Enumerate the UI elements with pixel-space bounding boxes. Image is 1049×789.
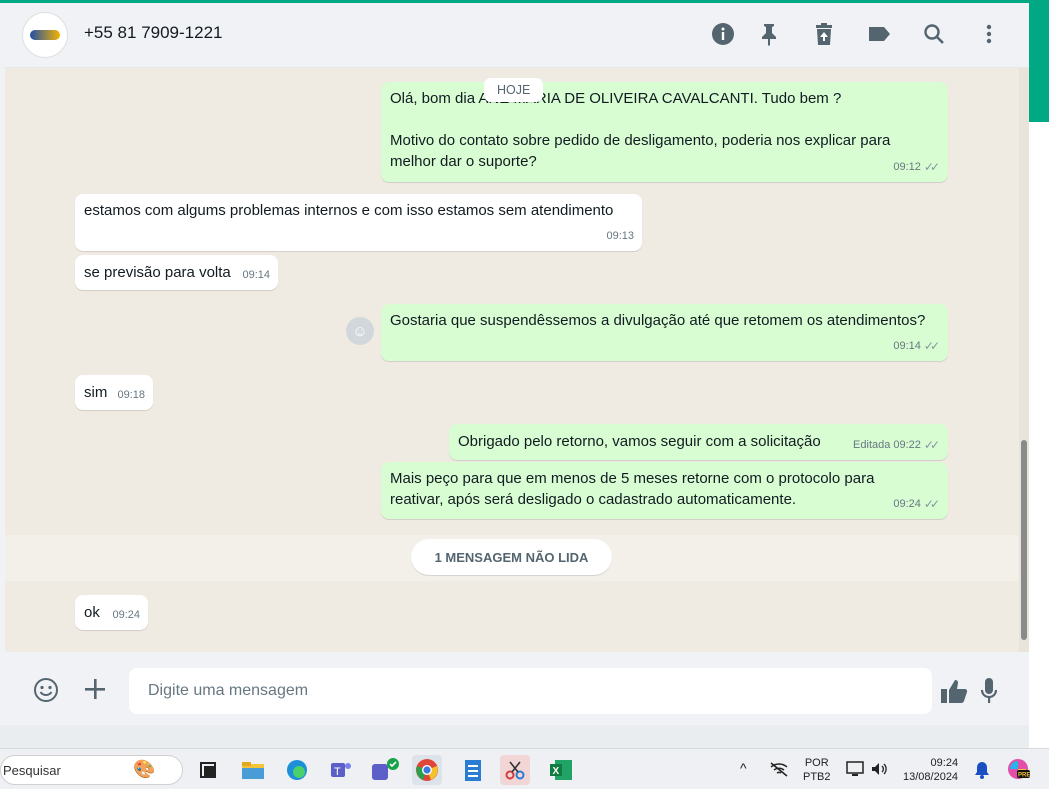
file-explorer-icon[interactable] [238,755,268,785]
clock-time: 09:24 [930,757,959,769]
taskbar-search-label: Pesquisar [3,762,61,778]
message-text: Gostaria que suspendêssemos a divulgação… [390,312,926,329]
language-code: POR [804,757,829,769]
microphone-icon[interactable] [977,676,1001,706]
date-divider: HOJE [484,78,544,102]
message-time: 09:18 [117,389,145,401]
excel-icon[interactable]: X [546,755,576,785]
message-incoming[interactable]: se previsão para volta 09:14 [75,255,278,290]
plus-icon[interactable] [82,676,108,702]
info-icon[interactable] [710,21,736,47]
message-time: 09:12 [893,161,921,173]
message-text: melhor dar o suporte? [390,153,537,170]
delete-icon[interactable] [811,21,837,47]
chat-panel[interactable]: Olá, bom dia ANE MARIA DE OLIVEIRA CAVAL… [5,68,1019,652]
copilot-icon[interactable]: PRE [1006,757,1030,785]
avatar[interactable] [22,12,68,58]
message-text: Mais peço para que em menos de 5 meses r… [390,470,875,487]
message-incoming[interactable]: sim 09:18 [75,375,153,410]
notepad-icon[interactable] [458,755,488,785]
double-check-icon: ✓✓ [923,160,940,174]
task-view-icon[interactable] [193,755,223,785]
clock-date: 13/08/2024 [903,771,959,783]
double-check-icon: ✓✓ [923,339,940,353]
taskbar-search[interactable]: Pesquisar 🎨 [0,755,183,785]
message-time: 09:13 [606,230,634,242]
edited-label: Editada [853,439,891,451]
notification-bell-icon[interactable] [974,761,990,783]
double-check-icon: ✓✓ [923,438,940,452]
message-outgoing[interactable]: Obrigado pelo retorno, vamos seguir com … [449,424,948,460]
teams-icon[interactable]: T [326,755,356,785]
message-text: Motivo do contato sobre pedido de deslig… [390,132,891,149]
unread-messages-badge: 1 MENSAGEM NÃO LIDA [411,539,612,575]
message-incoming[interactable]: estamos com algums problemas internos e … [75,194,642,251]
svg-text:T: T [334,766,341,778]
right-edge-panel [1029,0,1049,748]
message-text: Obrigado pelo retorno, vamos seguir com … [458,433,821,450]
more-vert-icon[interactable] [976,21,1002,47]
message-outgoing[interactable]: Gostaria que suspendêssemos a divulgação… [381,304,948,361]
label-icon[interactable] [866,21,892,47]
avatar-logo [30,30,60,40]
svg-text:PRE: PRE [1018,773,1030,779]
chat-scrollbar[interactable] [1019,68,1029,652]
message-text: sim [84,384,108,401]
message-time: 09:24 [893,498,921,510]
contact-name[interactable]: +55 81 7909-1221 [84,23,223,43]
svg-text:X: X [553,766,560,777]
edge-icon[interactable] [282,755,312,785]
keyboard-layout: PTB2 [803,771,831,783]
show-hidden-icons-chevron-icon[interactable]: ^ [740,761,747,775]
chrome-icon[interactable] [412,755,442,785]
clock[interactable]: 09:24 13/08/2024 [903,756,958,784]
message-outgoing[interactable]: Olá, bom dia ANE MARIA DE OLIVEIRA CAVAL… [381,82,948,182]
message-time: 09:24 [112,609,140,621]
message-time: 09:14 [893,340,921,352]
network-off-icon[interactable] [769,761,789,781]
language-indicator[interactable]: POR PTB2 [803,756,831,784]
thumbs-up-icon[interactable] [939,676,969,706]
message-text: Olá, bom dia ANE MARIA DE OLIVEIRA CAVAL… [390,90,842,107]
chat-header: +55 81 7909-1221 [5,3,1029,68]
message-text: ok [84,604,100,621]
message-composer: Digite uma mensagem [5,652,1029,725]
search-icon[interactable] [921,21,947,47]
message-incoming[interactable]: ok 09:24 [75,595,148,630]
teams-notification-icon[interactable] [370,755,400,785]
double-check-icon: ✓✓ [923,497,940,511]
react-emoji-icon[interactable]: ☺ [346,317,374,345]
message-text: estamos com algums problemas internos e … [84,202,614,219]
message-text: se previsão para volta [84,264,231,281]
windows-taskbar: Pesquisar 🎨 T X ^ POR PTB2 09:24 13/08/2… [0,748,1049,789]
display-icon[interactable] [846,761,864,781]
message-time: 09:14 [242,269,270,281]
message-outgoing[interactable]: Mais peço para que em menos de 5 meses r… [381,462,948,519]
right-edge-accent [1029,0,1049,122]
window-bottom-gap [0,725,1029,748]
message-time: 09:22 [893,439,921,451]
search-highlight-icon: 🎨 [133,759,156,779]
emoji-icon[interactable] [32,676,60,704]
snipping-tool-icon[interactable] [500,755,530,785]
message-text: reativar, após será desligado o cadastra… [390,491,797,508]
scrollbar-thumb[interactable] [1021,440,1027,640]
message-input[interactable]: Digite uma mensagem [129,668,932,714]
pin-icon[interactable] [756,21,782,47]
volume-icon[interactable] [870,761,888,781]
